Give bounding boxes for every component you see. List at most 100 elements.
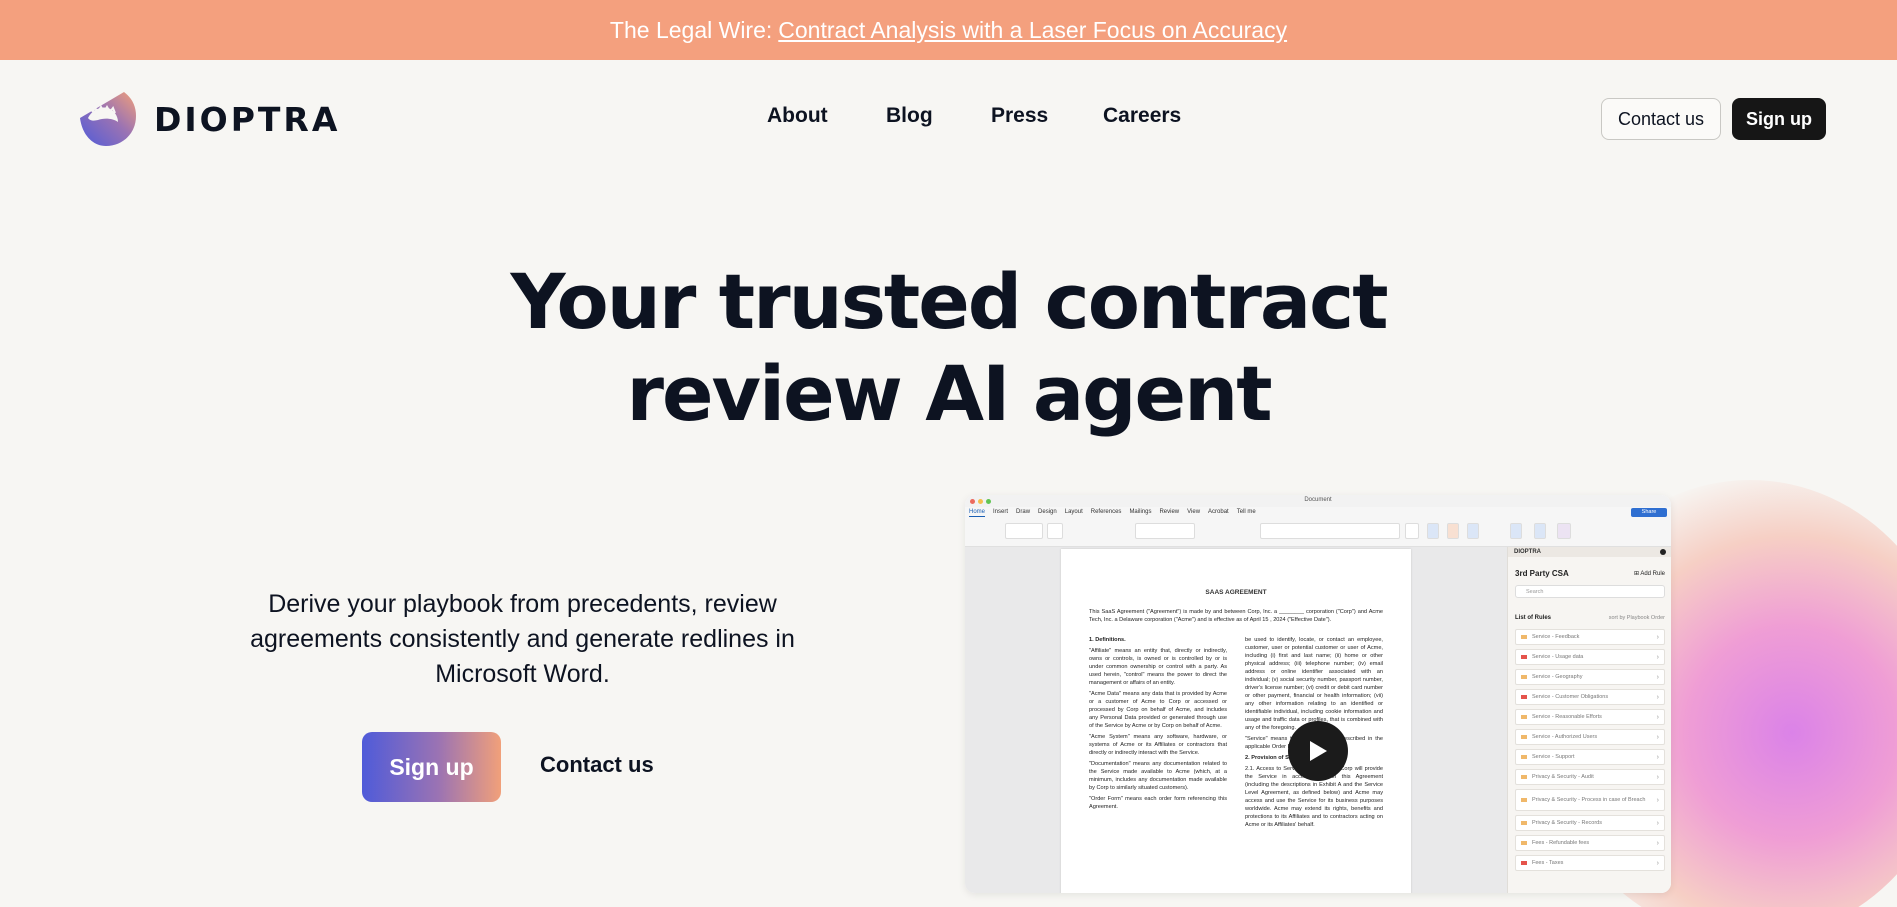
flag-icon — [1521, 675, 1527, 679]
nav-press[interactable]: Press — [991, 104, 1048, 128]
chevron-right-icon: › — [1656, 839, 1659, 847]
window-title: Document — [1304, 497, 1332, 503]
ribbon-tab: Draw — [1016, 509, 1031, 515]
headline-line-2: review AI agent — [626, 349, 1272, 438]
font-size-select — [1047, 523, 1063, 539]
create-pdf-icon — [1510, 523, 1522, 539]
rule-label: Service - Reasonable Efforts — [1532, 714, 1602, 720]
rule-label: Service - Authorized Users — [1532, 734, 1598, 740]
rules-search-input: Search — [1515, 585, 1665, 598]
rule-item: Privacy & Security - Process in case of … — [1515, 789, 1665, 811]
clause-order-form: "Order Form" means each order form refer… — [1089, 796, 1227, 810]
clause-acme-data: "Acme Data" means any data that is provi… — [1089, 691, 1227, 729]
nav-careers[interactable]: Careers — [1103, 104, 1181, 128]
close-icon — [1660, 549, 1666, 555]
flag-icon — [1521, 861, 1527, 865]
clause-affiliate: "Affiliate" means an entity that, direct… — [1089, 648, 1227, 686]
chevron-right-icon: › — [1656, 713, 1659, 721]
rule-label: Privacy & Security - Process in case of … — [1532, 797, 1646, 803]
clause-personal-data: be used to identify, locate, or contact … — [1245, 637, 1383, 731]
styles-gallery — [1260, 523, 1400, 539]
flag-icon — [1521, 735, 1527, 739]
ribbon-tab: Tell me — [1236, 509, 1256, 515]
rules-list: Service - Feedback › Service - Usage data ›… — [1515, 629, 1665, 875]
rule-label: Fees - Refundable fees — [1532, 840, 1590, 846]
ribbon-toolbar — [965, 517, 1671, 547]
flag-icon — [1521, 821, 1527, 825]
flag-icon — [1521, 755, 1527, 759]
rule-label: Privacy & Security - Records — [1532, 820, 1602, 826]
rule-item: Service - Usage data › — [1515, 649, 1665, 665]
hero-signup-button[interactable]: Sign up — [362, 732, 501, 802]
banner-prefix: The Legal Wire: — [609, 16, 773, 43]
chevron-right-icon: › — [1656, 653, 1659, 661]
headline-line-1: Your trusted contract — [510, 257, 1388, 346]
clause-acme-system: "Acme System" means any software, hardwa… — [1089, 734, 1227, 756]
flag-icon — [1521, 798, 1527, 802]
product-video-preview[interactable]: Document Home Insert Draw Design Layout … — [965, 495, 1671, 893]
chevron-right-icon: › — [1656, 673, 1659, 681]
rule-item: Service - Support › — [1515, 749, 1665, 765]
share-button: Share — [1631, 508, 1667, 517]
ribbon-tab: Design — [1038, 509, 1057, 515]
flag-icon — [1521, 635, 1527, 639]
rule-item: Service - Reasonable Efforts › — [1515, 709, 1665, 725]
document-intro: This SaaS Agreement ("Agreement") is mad… — [1089, 609, 1383, 623]
rule-item: Service - Customer Obligations › — [1515, 689, 1665, 705]
hero-subtitle: Derive your playbook from precedents, re… — [250, 590, 795, 688]
dioptra-side-panel: DIOPTRA 3rd Party CSA ⊞ Add Rule Search … — [1507, 547, 1671, 893]
chevron-right-icon: › — [1656, 796, 1659, 804]
hero-headline: Your trusted contract review AI agent — [0, 256, 1897, 440]
font-select — [1005, 523, 1043, 539]
chevron-right-icon: › — [1656, 693, 1659, 701]
chevron-right-icon: › — [1656, 733, 1659, 741]
editor-icon — [1467, 523, 1479, 539]
playbook-title: 3rd Party CSA — [1515, 569, 1569, 578]
document-canvas: SAAS AGREEMENT This SaaS Agreement ("Agr… — [965, 547, 1507, 893]
header-contact-button[interactable]: Contact us — [1601, 98, 1721, 140]
chevron-right-icon: › — [1656, 819, 1659, 827]
flag-icon — [1521, 841, 1527, 845]
ribbon-tab: Acrobat — [1208, 509, 1229, 515]
nav-blog[interactable]: Blog — [886, 104, 933, 128]
play-video-button[interactable] — [1288, 721, 1348, 781]
dictate-icon — [1427, 523, 1439, 539]
hero-contact-link[interactable]: Contact us — [540, 752, 654, 778]
rule-item: Privacy & Security - Audit › — [1515, 769, 1665, 785]
styles-pane-icon — [1405, 523, 1419, 539]
rule-label: Service - Usage data — [1532, 654, 1584, 660]
rule-label: Service - Geography — [1532, 674, 1583, 680]
ribbon-tabs: Home Insert Draw Design Layout Reference… — [965, 507, 1671, 517]
dioptra-addin-icon — [1557, 523, 1571, 539]
flag-icon — [1521, 655, 1527, 659]
window-titlebar: Document — [965, 495, 1671, 507]
ribbon-tab: References — [1090, 509, 1122, 515]
sort-select: sort by Playbook Order — [1608, 615, 1665, 621]
rule-item: Fees - Taxes › — [1515, 855, 1665, 871]
chevron-right-icon: › — [1656, 753, 1659, 761]
banner-link[interactable]: Contract Analysis with a Laser Focus on … — [778, 17, 1287, 44]
request-signatures-icon — [1534, 523, 1546, 539]
ribbon-tab: Review — [1159, 509, 1180, 515]
chevron-right-icon: › — [1656, 773, 1659, 781]
header-signup-button[interactable]: Sign up — [1732, 98, 1826, 140]
add-rule-label: Add Rule — [1640, 571, 1665, 577]
rule-label: Fees - Taxes — [1532, 860, 1564, 866]
rule-item: Service - Feedback › — [1515, 629, 1665, 645]
rule-item: Privacy & Security - Records › — [1515, 815, 1665, 831]
ribbon-tab: Home — [969, 509, 986, 517]
nav-about[interactable]: About — [767, 104, 828, 128]
paragraph-tools — [1135, 523, 1195, 539]
flag-icon — [1521, 775, 1527, 779]
rule-label: Service - Support — [1532, 754, 1575, 760]
rule-item: Service - Authorized Users › — [1515, 729, 1665, 745]
document-page: SAAS AGREEMENT This SaaS Agreement ("Agr… — [1061, 549, 1411, 893]
chevron-right-icon: › — [1656, 859, 1659, 867]
rules-list-label: List of Rules — [1515, 615, 1552, 621]
play-icon — [1310, 741, 1327, 761]
rule-item: Service - Geography › — [1515, 669, 1665, 685]
panel-header: DIOPTRA — [1508, 547, 1671, 557]
announcement-banner: The Legal Wire: Contract Analysis with a… — [0, 0, 1897, 60]
ribbon-tab: Insert — [993, 509, 1009, 515]
document-title: SAAS AGREEMENT — [1205, 589, 1267, 596]
